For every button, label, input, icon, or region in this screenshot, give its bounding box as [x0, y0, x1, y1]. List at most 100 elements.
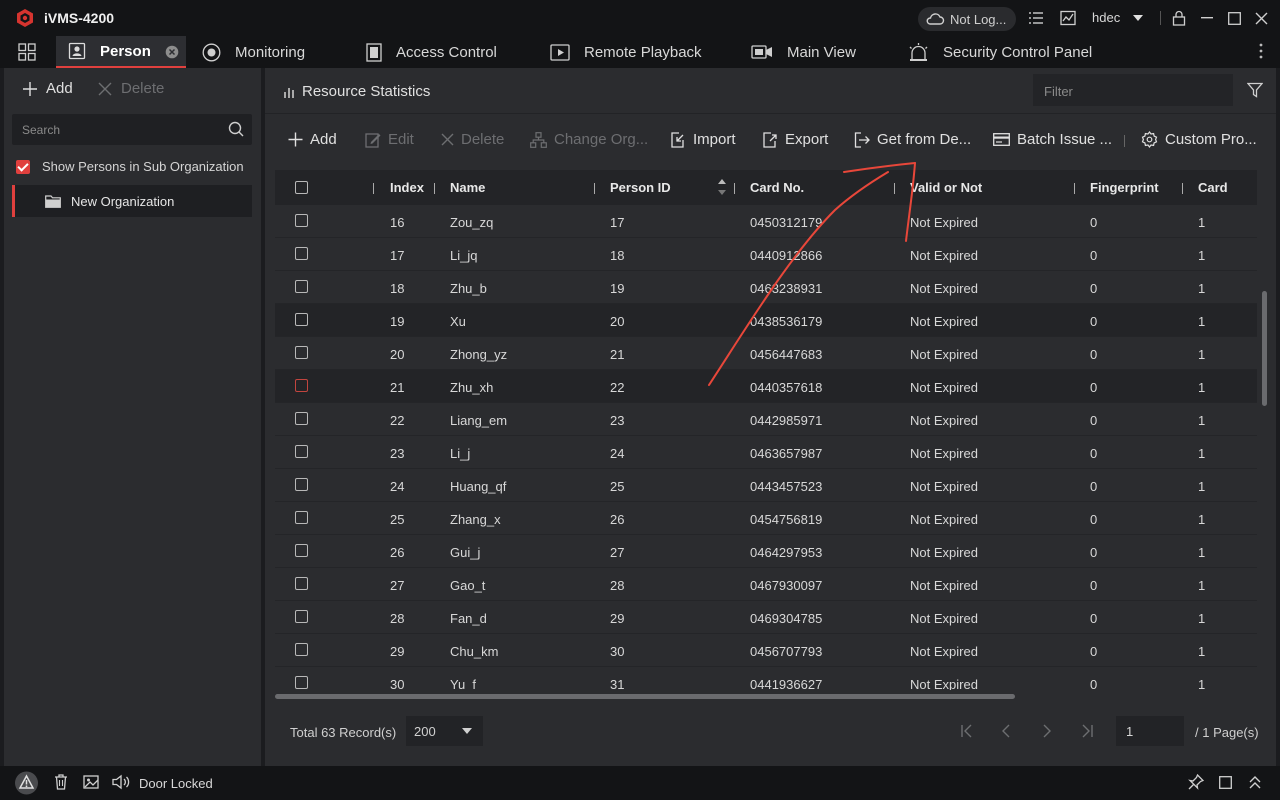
row-checkbox[interactable] — [295, 445, 308, 458]
export-button[interactable]: Export — [762, 131, 828, 148]
edit-icon — [365, 132, 381, 148]
resource-statistics-header[interactable]: Resource Statistics — [284, 83, 430, 100]
batch-issue-button[interactable]: Batch Issue ... — [993, 131, 1112, 148]
horizontal-scrollbar[interactable] — [275, 694, 1015, 699]
table-row[interactable]: 22 Liang_em 23 0442985971 Not Expired 0 1 — [275, 403, 1257, 436]
pin-icon[interactable] — [1188, 774, 1204, 790]
table-row[interactable]: 19 Xu 20 0438536179 Not Expired 0 1 — [275, 304, 1257, 337]
row-checkbox[interactable] — [295, 379, 308, 392]
lock-icon[interactable] — [1172, 10, 1186, 26]
table-row[interactable]: 24 Huang_qf 25 0443457523 Not Expired 0 1 — [275, 469, 1257, 502]
column-header-valid[interactable]: Valid or Not — [910, 180, 982, 195]
cloud-login-button[interactable]: Not Log... — [918, 7, 1016, 31]
column-header-index[interactable]: Index — [390, 180, 424, 195]
close-icon[interactable] — [1255, 12, 1268, 25]
column-header-name[interactable]: Name — [450, 180, 485, 195]
row-checkbox[interactable] — [295, 511, 308, 524]
monitor-chart-icon[interactable] — [1060, 10, 1076, 26]
sort-icon[interactable] — [718, 178, 726, 196]
minimize-icon[interactable] — [1201, 17, 1213, 19]
page-number-input[interactable]: 1 — [1116, 716, 1184, 746]
filter-placeholder: Filter — [1044, 84, 1073, 99]
tab-security-control-panel[interactable]: Security Control Panel — [908, 36, 1092, 68]
image-capture-icon[interactable] — [83, 774, 99, 790]
filter-input[interactable]: Filter — [1033, 74, 1233, 106]
tab-person[interactable]: Person — [56, 36, 186, 68]
row-checkbox[interactable] — [295, 313, 308, 326]
custom-property-button[interactable]: Custom Pro... — [1141, 131, 1257, 148]
trash-icon[interactable] — [54, 774, 68, 790]
table-row[interactable]: 20 Zhong_yz 21 0456447683 Not Expired 0 1 — [275, 337, 1257, 370]
table-row[interactable]: 21 Zhu_xh 22 0440357618 Not Expired 0 1 — [275, 370, 1257, 403]
cell-fingerprint: 0 — [1090, 380, 1098, 395]
table-row[interactable]: 16 Zou_zq 17 0450312179 Not Expired 0 1 — [275, 205, 1257, 238]
page-size-select[interactable]: 200 — [406, 716, 483, 746]
checkbox-checked[interactable] — [16, 159, 30, 174]
add-person-button[interactable]: Add — [288, 131, 337, 148]
cell-person-id: 26 — [610, 512, 625, 527]
column-header-card-no[interactable]: Card No. — [750, 180, 804, 195]
organization-search-input[interactable]: Search — [12, 114, 252, 145]
table-row[interactable]: 25 Zhang_x 26 0454756819 Not Expired 0 1 — [275, 502, 1257, 535]
alarm-icon — [909, 43, 928, 61]
row-checkbox[interactable] — [295, 346, 308, 359]
table-row[interactable]: 26 Gui_j 27 0464297953 Not Expired 0 1 — [275, 535, 1257, 568]
row-checkbox[interactable] — [295, 214, 308, 227]
edit-person-button[interactable]: Edit — [365, 131, 414, 148]
tab-monitoring[interactable]: Monitoring — [202, 36, 305, 68]
camera-icon — [202, 43, 221, 61]
table-row[interactable]: 30 Yu_f 31 0441936627 Not Expired 0 1 — [275, 667, 1257, 690]
select-all-checkbox[interactable] — [295, 181, 308, 194]
add-organization-button[interactable]: Add — [22, 80, 73, 97]
change-organization-button[interactable]: Change Org... — [530, 131, 648, 148]
table-row[interactable]: 18 Zhu_b 19 0463238931 Not Expired 0 1 — [275, 271, 1257, 304]
tab-access-control[interactable]: Access Control — [366, 36, 497, 68]
maximize-icon[interactable] — [1228, 12, 1241, 25]
tab-remote-playback[interactable]: Remote Playback — [550, 36, 702, 68]
column-header-person-id[interactable]: Person ID — [610, 180, 671, 195]
next-page-icon[interactable] — [1043, 724, 1051, 738]
row-checkbox[interactable] — [295, 643, 308, 656]
row-checkbox[interactable] — [295, 544, 308, 557]
username-label[interactable]: hdec — [1092, 10, 1120, 25]
column-header-card[interactable]: Card — [1198, 180, 1228, 195]
get-from-device-button[interactable]: Get from De... — [854, 131, 971, 148]
filter-funnel-icon[interactable] — [1247, 82, 1263, 98]
table-row[interactable]: 28 Fan_d 29 0469304785 Not Expired 0 1 — [275, 601, 1257, 634]
warning-icon[interactable] — [14, 771, 39, 795]
more-vertical-icon[interactable] — [1259, 43, 1263, 59]
window-icon[interactable] — [1219, 776, 1232, 789]
grid-menu-icon[interactable] — [18, 43, 36, 61]
delete-organization-button[interactable]: Delete — [98, 80, 164, 97]
speaker-icon[interactable] — [112, 774, 130, 790]
search-icon[interactable] — [228, 121, 244, 137]
delete-person-button[interactable]: Delete — [441, 131, 504, 148]
column-header-fingerprint[interactable]: Fingerprint — [1090, 180, 1159, 195]
tab-close-icon[interactable] — [165, 45, 179, 59]
row-checkbox[interactable] — [295, 676, 308, 689]
previous-page-icon[interactable] — [1002, 724, 1010, 738]
row-checkbox[interactable] — [295, 478, 308, 491]
import-button[interactable]: Import — [670, 131, 736, 148]
chevron-down-icon[interactable] — [1133, 15, 1143, 21]
table-row[interactable]: 23 Li_j 24 0463657987 Not Expired 0 1 — [275, 436, 1257, 469]
last-page-icon[interactable] — [1081, 724, 1093, 738]
cell-card: 1 — [1198, 611, 1206, 626]
table-row[interactable]: 29 Chu_km 30 0456707793 Not Expired 0 1 — [275, 634, 1257, 667]
row-checkbox[interactable] — [295, 577, 308, 590]
show-sub-organization-checkbox[interactable]: Show Persons in Sub Organization — [16, 159, 244, 174]
row-checkbox[interactable] — [295, 412, 308, 425]
first-page-icon[interactable] — [961, 724, 973, 738]
cell-card: 1 — [1198, 413, 1206, 428]
row-checkbox[interactable] — [295, 247, 308, 260]
tab-main-view[interactable]: Main View — [751, 36, 856, 68]
list-icon[interactable] — [1028, 10, 1044, 26]
table-row[interactable]: 17 Li_jq 18 0440912866 Not Expired 0 1 — [275, 238, 1257, 271]
vertical-scrollbar[interactable] — [1262, 291, 1267, 406]
table-row[interactable]: 27 Gao_t 28 0467930097 Not Expired 0 1 — [275, 568, 1257, 601]
organization-tree-item[interactable]: New Organization — [12, 185, 252, 217]
row-checkbox[interactable] — [295, 280, 308, 293]
collapse-up-icon[interactable] — [1249, 775, 1261, 789]
row-checkbox[interactable] — [295, 610, 308, 623]
cell-name: Li_j — [450, 446, 471, 461]
